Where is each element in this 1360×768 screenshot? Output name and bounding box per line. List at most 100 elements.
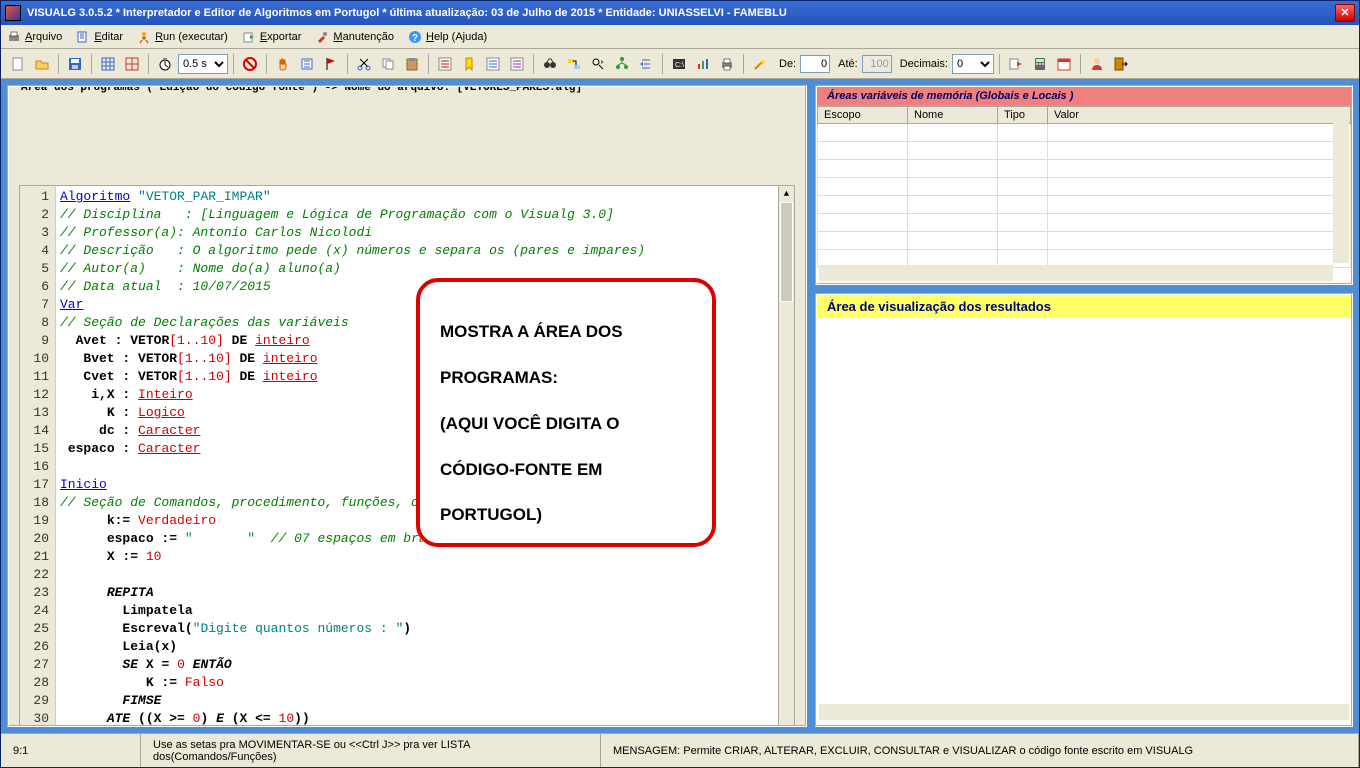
run-icon (137, 30, 151, 44)
ate-input[interactable] (862, 55, 892, 73)
tools-icon (315, 30, 329, 44)
results-body (817, 318, 1351, 722)
comment: // Disciplina : [Linguagem e Lógica de P… (60, 207, 614, 222)
code-column: Área dos programas ( Edição do código fo… (7, 85, 807, 727)
de-input[interactable] (800, 55, 830, 73)
code-panel: Área dos programas ( Edição do código fo… (7, 85, 807, 727)
status-message: MENSAGEM: Permite CRIAR, ALTERAR, EXCLUI… (601, 734, 1359, 767)
callout-annotation: MOSTRA A ÁREA DOS PROGRAMAS: (AQUI VOCÊ … (416, 278, 716, 547)
export2-icon[interactable] (1005, 53, 1027, 75)
col-tipo[interactable]: Tipo (998, 107, 1048, 124)
print-icon[interactable] (716, 53, 738, 75)
copy-icon[interactable] (377, 53, 399, 75)
open-file-icon[interactable] (31, 53, 53, 75)
calendar-icon[interactable] (1053, 53, 1075, 75)
table-row[interactable] (818, 124, 1351, 142)
variables-header: Áreas variáveis de memória (Globais e Lo… (817, 87, 1351, 106)
cut-icon[interactable] (353, 53, 375, 75)
list-purple-icon[interactable] (506, 53, 528, 75)
table-row[interactable] (818, 142, 1351, 160)
code-area[interactable]: Algoritmo "VETOR_PAR_IMPAR" // Disciplin… (56, 186, 794, 727)
kw-inicio: Inicio (60, 477, 107, 492)
kw-var: Var (60, 297, 83, 312)
timer-select[interactable]: 0.5 s (178, 54, 228, 74)
app-window: VISUALG 3.0.5.2 * Interpretador e Editor… (0, 0, 1360, 768)
svg-text:C:\: C:\ (675, 62, 684, 69)
calc-icon[interactable] (1029, 53, 1051, 75)
list-blue-icon[interactable] (482, 53, 504, 75)
code-editor[interactable]: 1 2 3 4 5 6 7 8 9 10 11 12 13 14 15 16 1… (19, 185, 795, 727)
bookmark-icon[interactable] (458, 53, 480, 75)
timer-icon[interactable] (154, 53, 176, 75)
table-row[interactable] (818, 178, 1351, 196)
code-panel-legend: Área dos programas ( Edição do código fo… (17, 85, 586, 97)
stop-icon[interactable] (239, 53, 261, 75)
vars-hscrollbar[interactable] (819, 265, 1333, 281)
svg-text:?: ? (412, 33, 418, 44)
chart-icon[interactable] (692, 53, 714, 75)
find-next-icon[interactable] (587, 53, 609, 75)
toolbar: 0.5 s C:\ De: Até: Decimais: 0 (1, 49, 1359, 79)
workarea: Área dos programas ( Edição do código fo… (1, 79, 1359, 733)
table-row[interactable] (818, 232, 1351, 250)
results-hscrollbar[interactable] (819, 704, 1349, 720)
step-icon[interactable] (296, 53, 318, 75)
window-title: VISUALG 3.0.5.2 * Interpretador e Editor… (27, 7, 1335, 19)
comment: // Seção de Declarações das variáveis (60, 315, 349, 330)
kw-algoritmo: Algoritmo (60, 189, 130, 204)
new-file-icon[interactable] (7, 53, 29, 75)
col-nome[interactable]: Nome (908, 107, 998, 124)
dos-icon[interactable]: C:\ (668, 53, 690, 75)
code-vscrollbar[interactable]: ▲ ▼ (778, 186, 794, 727)
menu-arquivo[interactable]: Arquivo (7, 30, 62, 44)
save-file-icon[interactable] (64, 53, 86, 75)
menu-run[interactable]: Run (executar) (137, 30, 228, 44)
menu-manutencao[interactable]: Manutenção (315, 30, 394, 44)
de-label: De: (779, 58, 796, 70)
decimais-select[interactable]: 0 (952, 54, 994, 74)
comment: // Data atual : 10/07/2015 (60, 279, 271, 294)
table-row[interactable] (818, 196, 1351, 214)
wand-icon[interactable] (749, 53, 771, 75)
results-panel: Área de visualização dos resultados (815, 293, 1353, 727)
results-header: Área de visualização dos resultados (817, 295, 1351, 318)
algo-name: "VETOR_PAR_IMPAR" (138, 189, 271, 204)
status-hint: Use as setas pra MOVIMENTAR-SE ou <<Ctrl… (141, 734, 601, 767)
binoculars-icon[interactable] (539, 53, 561, 75)
indent-icon[interactable] (635, 53, 657, 75)
scroll-up-icon[interactable]: ▲ (779, 186, 794, 202)
grid2-icon[interactable] (121, 53, 143, 75)
line-gutter: 1 2 3 4 5 6 7 8 9 10 11 12 13 14 15 16 1… (20, 186, 56, 727)
hand-icon[interactable] (272, 53, 294, 75)
comment: // Professor(a): Antonio Carlos Nicolodi (60, 225, 372, 240)
menu-editar[interactable]: Editar (76, 30, 123, 44)
grid1-icon[interactable] (97, 53, 119, 75)
statusbar: 9:1 Use as setas pra MOVIMENTAR-SE ou <<… (1, 733, 1359, 767)
scroll-thumb[interactable] (780, 202, 793, 302)
vars-vscrollbar[interactable] (1333, 109, 1349, 263)
close-button[interactable]: ✕ (1335, 4, 1355, 22)
paste-icon[interactable] (401, 53, 423, 75)
tree-icon[interactable] (611, 53, 633, 75)
comment: // Autor(a) : Nome do(a) aluno(a) (60, 261, 341, 276)
list-red-icon[interactable] (434, 53, 456, 75)
export-icon (242, 30, 256, 44)
help-icon: ? (408, 30, 422, 44)
variables-table[interactable]: Escopo Nome Tipo Valor (817, 106, 1351, 268)
replace-icon[interactable] (563, 53, 585, 75)
app-icon (5, 5, 21, 21)
right-column: Áreas variáveis de memória (Globais e Lo… (815, 85, 1353, 727)
col-valor[interactable]: Valor (1048, 107, 1351, 124)
menu-exportar[interactable]: Exportar (242, 30, 302, 44)
table-row[interactable] (818, 160, 1351, 178)
table-row[interactable] (818, 214, 1351, 232)
variables-panel: Áreas variáveis de memória (Globais e Lo… (815, 85, 1353, 285)
col-escopo[interactable]: Escopo (818, 107, 908, 124)
titlebar: VISUALG 3.0.5.2 * Interpretador e Editor… (1, 1, 1359, 25)
ate-label: Até: (838, 58, 858, 70)
exit-icon[interactable] (1110, 53, 1132, 75)
menu-help[interactable]: ? Help (Ajuda) (408, 30, 487, 44)
printer-icon (7, 30, 21, 44)
flag-icon[interactable] (320, 53, 342, 75)
user-icon[interactable] (1086, 53, 1108, 75)
